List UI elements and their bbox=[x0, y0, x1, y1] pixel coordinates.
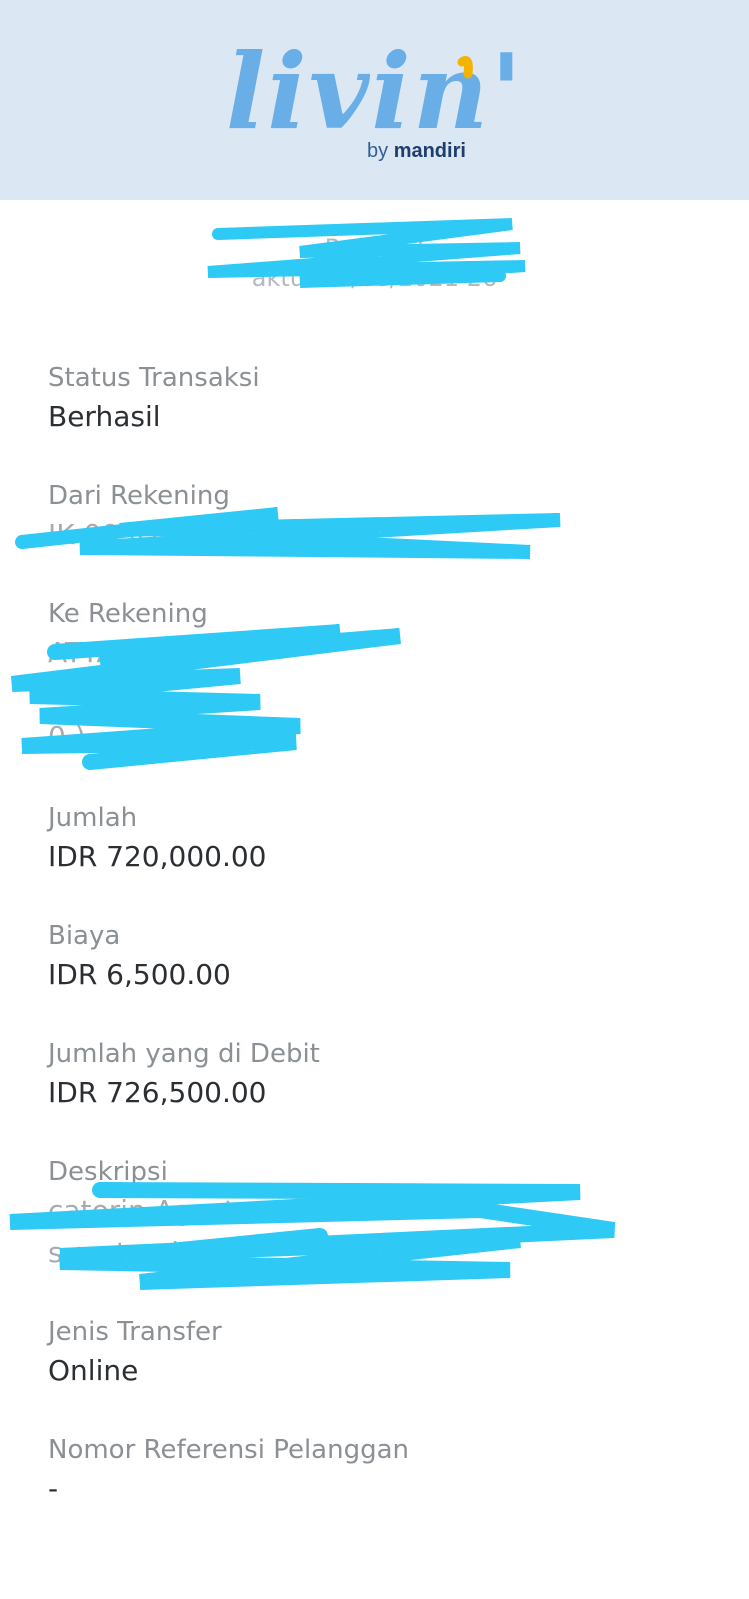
field-from-account: Dari Rekening IK 00 IDR) bbox=[48, 480, 698, 554]
field-description: Deskripsi caterin Agustus s g ptember bbox=[48, 1156, 698, 1272]
fee-label: Biaya bbox=[48, 921, 121, 951]
status-value: Berhasil bbox=[48, 400, 161, 433]
to-account-label: Ke Rekening bbox=[48, 599, 208, 629]
amount-label: Jumlah bbox=[48, 803, 138, 833]
debited-amount-label: Jumlah yang di Debit bbox=[48, 1039, 320, 1069]
field-status: Status Transaksi Berhasil bbox=[48, 362, 698, 436]
amount-value: IDR 720,000.00 bbox=[48, 840, 267, 873]
field-debited-amount: Jumlah yang di Debit IDR 726,500.00 bbox=[48, 1038, 698, 1112]
livin-mandiri-logo: livin' by mandiri bbox=[0, 0, 749, 200]
transfer-type-value: Online bbox=[48, 1354, 139, 1387]
to-account-value-line2: 0 ) bbox=[48, 720, 86, 753]
app-header: livin' by mandiri bbox=[0, 0, 749, 200]
livin-logo-icon: livin' bbox=[226, 30, 524, 153]
transaction-time: aktu: 14/08/2021 26 bbox=[251, 264, 498, 292]
debited-amount-value: IDR 726,500.00 bbox=[48, 1076, 267, 1109]
field-amount: Jumlah IDR 720,000.00 bbox=[48, 802, 698, 876]
field-customer-reference: Nomor Referensi Pelanggan - bbox=[48, 1434, 698, 1508]
reference-number: Ref: 202 bbox=[324, 234, 425, 262]
description-value-line2: s g ptember bbox=[48, 1236, 218, 1269]
description-value-line1: caterin Agustus bbox=[48, 1194, 268, 1227]
logo-brand-text: mandiri bbox=[393, 140, 466, 162]
logo-wordmark: livin' bbox=[226, 30, 524, 153]
customer-reference-value: - bbox=[48, 1472, 59, 1505]
transfer-type-label: Jenis Transfer bbox=[48, 1317, 222, 1347]
customer-reference-label: Nomor Referensi Pelanggan bbox=[48, 1435, 410, 1465]
fee-value: IDR 6,500.00 bbox=[48, 958, 231, 991]
logo-byline: by mandiri bbox=[367, 140, 466, 163]
field-transfer-type: Jenis Transfer Online bbox=[48, 1316, 698, 1390]
description-label: Deskripsi bbox=[48, 1157, 168, 1187]
status-label: Status Transaksi bbox=[48, 363, 260, 393]
from-account-label: Dari Rekening bbox=[48, 481, 230, 511]
logo-by-text: by bbox=[367, 140, 389, 162]
from-account-value: IK 00 IDR) bbox=[48, 518, 189, 551]
to-account-value-line1: ATTA bbox=[48, 636, 116, 669]
field-to-account: Ke Rekening ATTA 0 ) bbox=[48, 598, 698, 756]
field-fee: Biaya IDR 6,500.00 bbox=[48, 920, 698, 994]
